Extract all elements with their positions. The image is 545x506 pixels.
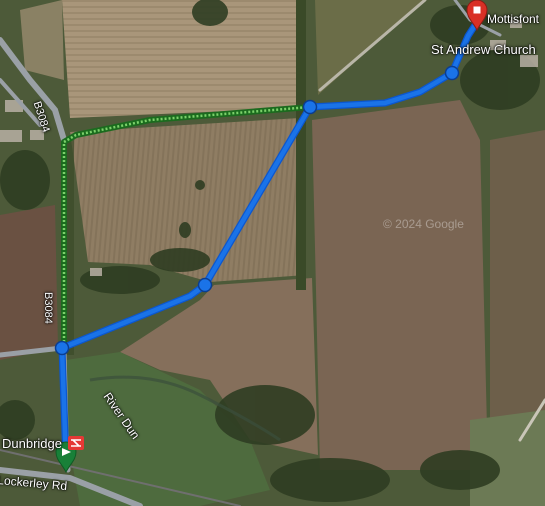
waypoint-field[interactable] [197,277,213,293]
field-west [0,205,58,360]
field-north [62,0,298,118]
waypoint-west-junction[interactable] [54,340,70,356]
satellite-imagery [0,0,545,506]
national-rail-icon [68,436,84,450]
field-far-east [490,130,545,430]
road-label-b3084-south: B3084 [42,292,54,324]
place-label-station[interactable]: Dunbridge [2,436,62,451]
field-large-east [312,100,488,470]
place-label-church[interactable]: St Andrew Church [431,42,536,57]
waypoint-crossing[interactable] [302,99,318,115]
map-copyright: © 2024 Google [383,217,464,231]
field-west-top [20,0,64,80]
map-view[interactable]: Mottisfont St Andrew Church Dunbridge Lo… [0,0,545,506]
place-label-destination[interactable]: Mottisfont [487,12,539,26]
waypoint-church[interactable] [444,65,460,81]
